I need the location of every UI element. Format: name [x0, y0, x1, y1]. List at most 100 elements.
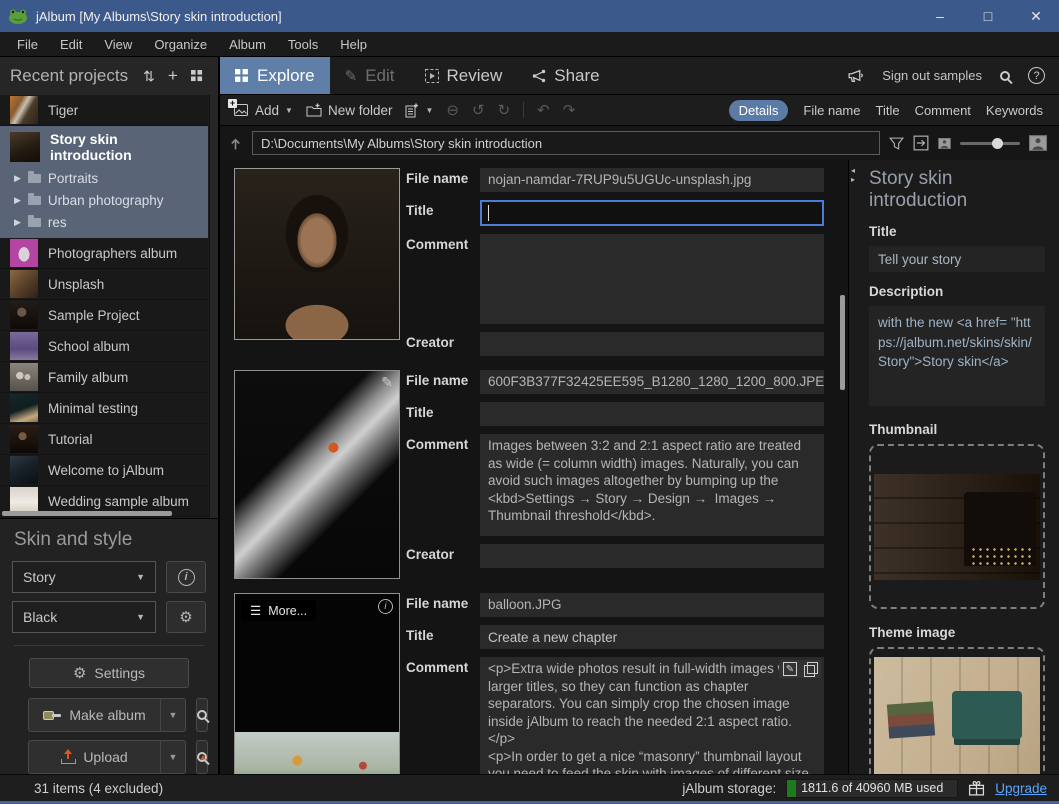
project-minimal-testing[interactable]: Minimal testing [0, 393, 208, 424]
search-icon[interactable] [1000, 71, 1010, 81]
comment-input[interactable]: Images between 3:2 and 2:1 aspect ratio … [480, 434, 824, 536]
megaphone-icon[interactable] [847, 68, 864, 83]
make-album-button[interactable]: Make album [28, 698, 160, 732]
tab-edit[interactable]: ✎ Edit [330, 57, 410, 94]
comment-input[interactable] [480, 234, 824, 324]
pill-file-name[interactable]: File name [803, 103, 860, 118]
title-input[interactable] [480, 625, 824, 649]
redo-icon[interactable]: ↷ [563, 101, 576, 119]
review-play-icon [425, 69, 439, 83]
new-page-button[interactable]: ▼ [405, 103, 433, 118]
maximize-button[interactable]: □ [979, 8, 997, 24]
copy-comment-icon[interactable] [803, 662, 817, 676]
comment-input[interactable]: <p>Extra wide photos result in full-widt… [480, 657, 824, 774]
pill-details[interactable]: Details [729, 100, 789, 121]
project-family-album[interactable]: Family album [0, 362, 208, 393]
list-vertical-scrollbar[interactable] [840, 295, 845, 390]
menu-album[interactable]: Album [218, 37, 277, 52]
rotate-right-icon[interactable]: ↻ [498, 101, 511, 119]
project-photographers-album[interactable]: Photographers album [0, 238, 208, 269]
panel-collapse-control[interactable]: ◂ ▸ [851, 166, 855, 184]
tab-share[interactable]: Share [517, 57, 614, 94]
preview-upload-button[interactable] [196, 740, 208, 774]
sign-out-link[interactable]: Sign out samples [882, 68, 982, 83]
skin-info-button[interactable]: i [166, 561, 206, 593]
menu-view[interactable]: View [93, 37, 143, 52]
creator-input[interactable] [480, 332, 824, 356]
tab-explore[interactable]: Explore [220, 57, 330, 94]
upload-dropdown[interactable]: ▼ [160, 740, 186, 774]
project-thumbnail [10, 332, 38, 360]
title-input[interactable] [480, 402, 824, 426]
menu-help[interactable]: Help [329, 37, 378, 52]
sort-projects-icon[interactable]: ⇅ [143, 68, 155, 85]
tab-review[interactable]: Review [410, 57, 518, 94]
expand-icon[interactable]: ▶ [14, 173, 21, 184]
main-area: Explore ✎ Edit Review [220, 57, 1059, 774]
path-input[interactable] [252, 131, 880, 155]
tree-vertical-scrollbar[interactable] [209, 95, 218, 518]
pencil-icon: ✎ [345, 67, 358, 85]
upgrade-link[interactable]: Upgrade [995, 781, 1047, 796]
pill-keywords[interactable]: Keywords [986, 103, 1043, 118]
exclude-icon[interactable]: ⊖ [446, 101, 459, 119]
open-in-explorer-icon[interactable] [913, 135, 929, 151]
menu-organize[interactable]: Organize [143, 37, 218, 52]
item-thumbnail[interactable]: ✎ [234, 370, 400, 579]
item-thumbnail[interactable] [234, 168, 400, 340]
add-project-icon[interactable]: + [168, 66, 178, 86]
project-school-album[interactable]: School album [0, 331, 208, 362]
make-album-dropdown[interactable]: ▼ [160, 698, 186, 732]
panel-description-input[interactable]: with the new <a href= "https://jalbum.ne… [869, 306, 1045, 406]
help-icon[interactable]: ? [1028, 67, 1045, 84]
folder-urban-photography[interactable]: ▶ Urban photography [0, 189, 208, 211]
undo-icon[interactable]: ↶ [537, 101, 550, 119]
project-unsplash[interactable]: Unsplash [0, 269, 208, 300]
pencil-icon[interactable]: ✎ [381, 374, 393, 391]
close-button[interactable]: ✕ [1027, 8, 1045, 25]
project-sample-project[interactable]: Sample Project [0, 300, 208, 331]
edit-comment-icon[interactable]: ✎ [783, 662, 797, 676]
gift-icon[interactable] [968, 780, 985, 796]
rotate-left-icon[interactable]: ↺ [472, 101, 485, 119]
item-thumbnail[interactable]: ☰ More... i [234, 593, 400, 774]
expand-icon[interactable]: ▶ [14, 195, 21, 206]
theme-image-drop-zone[interactable] [869, 647, 1045, 774]
upload-button[interactable]: Upload [28, 740, 160, 774]
folder-res[interactable]: ▶ res [0, 211, 208, 233]
thumbnail-size-slider[interactable] [960, 142, 1020, 145]
grid-view-icon[interactable] [191, 70, 203, 82]
skin-select[interactable]: Story ▼ [12, 561, 156, 593]
creator-label: Creator [406, 544, 472, 568]
panel-title-input[interactable] [869, 246, 1045, 272]
add-button[interactable]: + Add ▼ [232, 103, 293, 118]
project-welcome-to-jalbum[interactable]: Welcome to jAlbum [0, 455, 208, 486]
new-folder-button[interactable]: New folder [306, 103, 393, 118]
more-badge[interactable]: ☰ More... [241, 600, 316, 621]
menu-file[interactable]: File [6, 37, 49, 52]
pill-title[interactable]: Title [875, 103, 899, 118]
menu-tools[interactable]: Tools [277, 37, 329, 52]
grid-icon [235, 69, 249, 83]
project-tutorial[interactable]: Tutorial [0, 424, 208, 455]
creator-input[interactable] [480, 544, 824, 568]
expand-icon[interactable]: ▶ [14, 217, 21, 228]
filter-funnel-icon[interactable] [889, 136, 904, 151]
project-story-selected[interactable]: Story skin introduction ▶ Portraits ▶ Ur… [0, 126, 208, 238]
title-input[interactable] [480, 200, 824, 226]
tree-horizontal-scrollbar[interactable] [2, 511, 172, 516]
project-tiger[interactable]: Tiger [0, 95, 208, 126]
info-icon[interactable]: i [378, 599, 393, 614]
folder-portraits[interactable]: ▶ Portraits [0, 167, 208, 189]
pill-comment[interactable]: Comment [915, 103, 971, 118]
slider-knob[interactable] [992, 138, 1003, 149]
style-settings-button[interactable]: ⚙ [166, 601, 206, 633]
menu-edit[interactable]: Edit [49, 37, 93, 52]
preview-album-button[interactable] [196, 698, 208, 732]
project-thumbnail [10, 394, 38, 422]
settings-button[interactable]: ⚙ Settings [29, 658, 189, 688]
style-select[interactable]: Black ▼ [12, 601, 156, 633]
up-level-icon[interactable] [228, 136, 243, 151]
minimize-button[interactable]: – [931, 8, 949, 24]
thumbnail-drop-zone[interactable] [869, 444, 1045, 609]
